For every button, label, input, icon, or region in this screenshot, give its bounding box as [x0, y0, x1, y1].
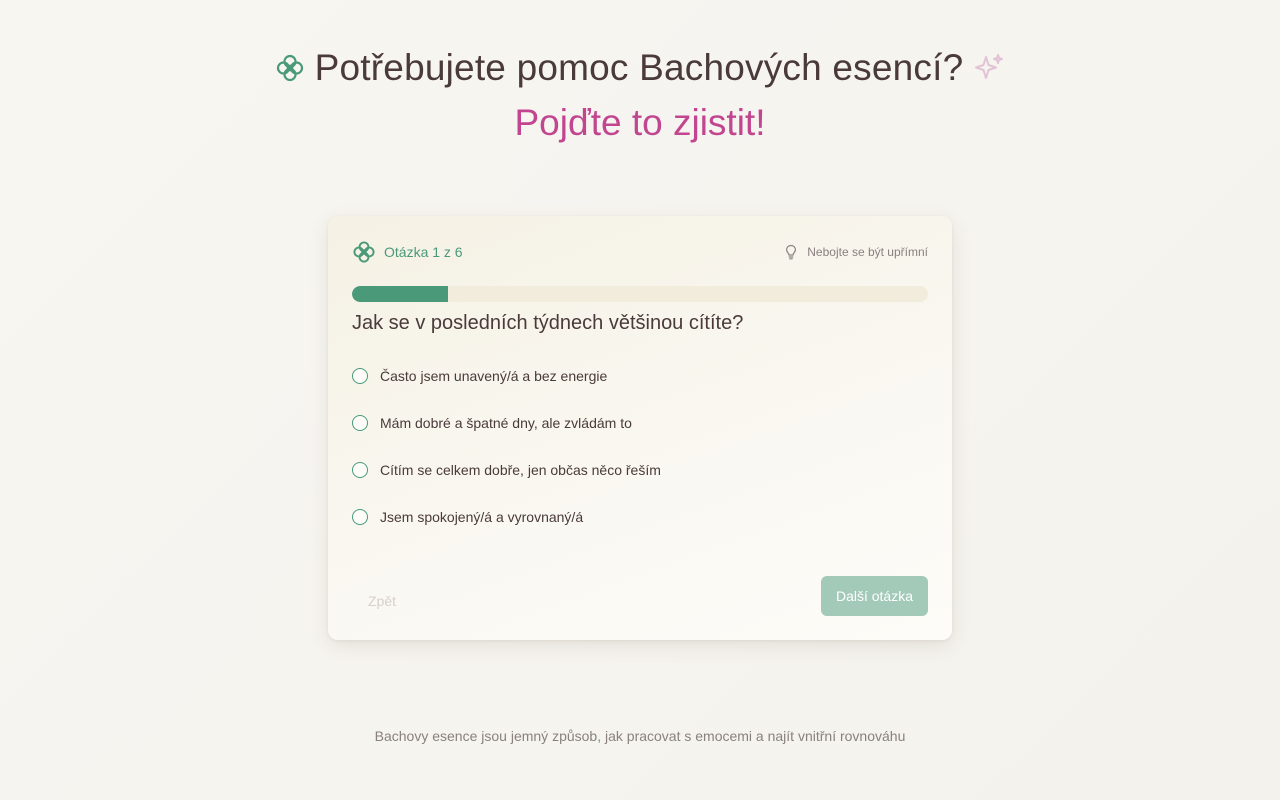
back-button[interactable]: Zpět [352, 586, 412, 616]
flower-icon [352, 240, 376, 264]
question-counter-label: Otázka 1 z 6 [384, 244, 463, 260]
progress-bar-fill [352, 286, 449, 302]
title-row: Potřebujete pomoc Bachových esencí? [0, 44, 1280, 92]
footer-text: Bachovy esence jsou jemný způsob, jak pr… [374, 728, 906, 744]
answer-options: Často jsem unavený/á a bez energie Mám d… [352, 366, 928, 554]
page-subtitle: Pojďte to zjistit! [514, 102, 766, 143]
answer-option-label: Často jsem unavený/á a bez energie [380, 368, 608, 384]
answer-option[interactable]: Jsem spokojený/á a vyrovnaný/á [352, 507, 928, 527]
radio-button[interactable] [352, 415, 368, 431]
page-title: Potřebujete pomoc Bachových esencí? [314, 47, 964, 88]
page-header: Potřebujete pomoc Bachových esencí? Pojď… [0, 44, 1280, 144]
hint: Nebojte se být upřímní [783, 244, 928, 260]
radio-button[interactable] [352, 462, 368, 478]
sparkle-icon [973, 52, 1005, 84]
answer-option[interactable]: Mám dobré a špatné dny, ale zvládám to [352, 413, 928, 433]
question-text: Jak se v posledních týdnech většinou cít… [352, 312, 744, 334]
flower-icon [275, 53, 305, 83]
hint-label: Nebojte se být upřímní [807, 245, 928, 259]
progress-bar [352, 286, 928, 302]
answer-option[interactable]: Často jsem unavený/á a bez energie [352, 366, 928, 386]
next-question-button[interactable]: Další otázka [821, 576, 928, 616]
answer-option-label: Cítím se celkem dobře, jen občas něco ře… [380, 462, 661, 478]
radio-button[interactable] [352, 509, 368, 525]
card-header: Otázka 1 z 6 Nebojte se být upřímní [352, 240, 928, 264]
question-counter: Otázka 1 z 6 [352, 240, 463, 264]
lightbulb-icon [783, 244, 799, 260]
radio-button[interactable] [352, 368, 368, 384]
quiz-card: Otázka 1 z 6 Nebojte se být upřímní Jak … [328, 216, 952, 640]
answer-option-label: Mám dobré a špatné dny, ale zvládám to [380, 415, 632, 431]
answer-option[interactable]: Cítím se celkem dobře, jen občas něco ře… [352, 460, 928, 480]
answer-option-label: Jsem spokojený/á a vyrovnaný/á [380, 509, 584, 525]
